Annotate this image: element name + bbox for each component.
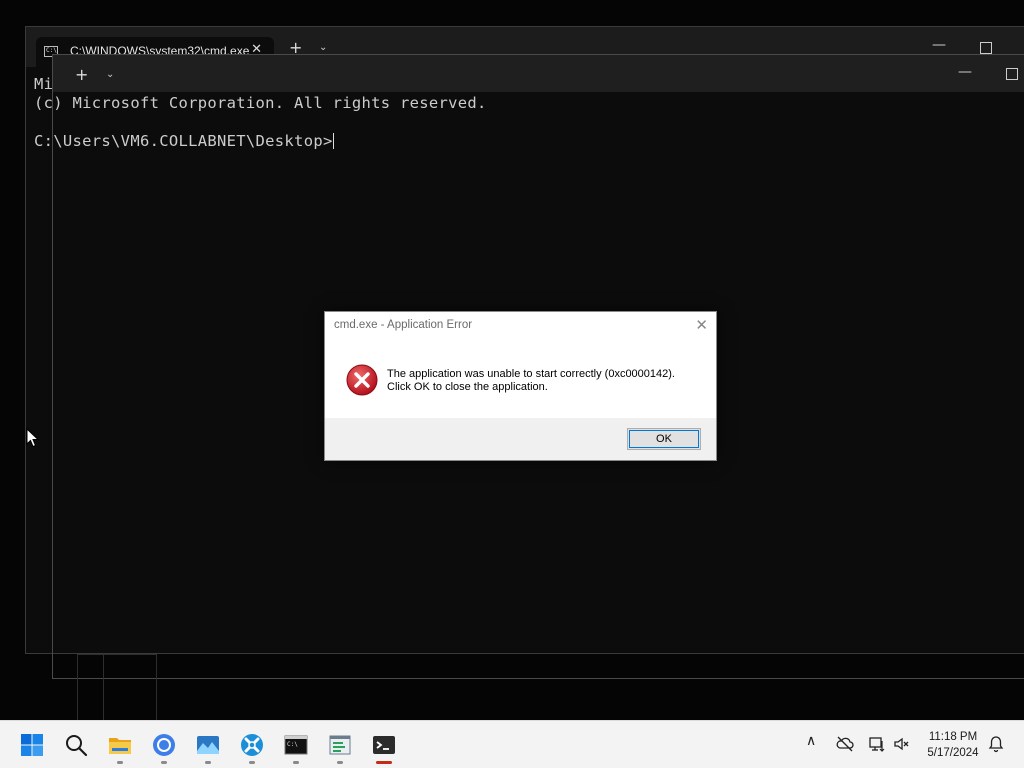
close-icon[interactable]: ✕ bbox=[695, 316, 708, 334]
taskbar-cmd[interactable]: C:\ bbox=[278, 727, 314, 764]
application-error-dialog[interactable]: cmd.exe - Application Error ✕ The applic… bbox=[324, 311, 717, 461]
onedrive-offline-icon[interactable] bbox=[836, 735, 854, 753]
terminal-app-icon bbox=[373, 736, 395, 754]
dialog-message-line-1: The application was unable to start corr… bbox=[387, 368, 675, 380]
taskbar-notepad[interactable] bbox=[322, 727, 358, 764]
dialog-message: The application was unable to start corr… bbox=[387, 368, 675, 394]
notification-bell-icon[interactable] bbox=[988, 735, 1004, 753]
taskbar-photos[interactable] bbox=[190, 727, 226, 764]
tray-overflow-chevron-icon[interactable]: ∧ bbox=[806, 733, 816, 749]
photos-icon bbox=[197, 736, 219, 754]
tab-dropdown-button[interactable]: ⌄ bbox=[106, 69, 114, 80]
clock-time: 11:18 PM bbox=[928, 731, 978, 743]
start-button[interactable] bbox=[14, 727, 50, 763]
dialog-title: cmd.exe - Application Error bbox=[334, 319, 473, 331]
terminal-line-1: Mi bbox=[34, 75, 54, 93]
minimize-button[interactable]: — bbox=[932, 37, 946, 53]
dialog-footer: OK bbox=[325, 418, 716, 460]
running-indicator bbox=[117, 761, 123, 764]
clock-date: 5/17/2024 bbox=[927, 747, 979, 759]
chrome-icon bbox=[153, 734, 175, 756]
ok-button[interactable]: OK bbox=[627, 428, 701, 450]
running-indicator bbox=[161, 761, 167, 764]
running-indicator bbox=[205, 761, 211, 764]
maximize-button[interactable] bbox=[1006, 68, 1018, 80]
mouse-pointer-icon bbox=[26, 428, 40, 448]
terminal-line-2: (c) Microsoft Corporation. All rights re… bbox=[34, 94, 487, 112]
tab-dropdown-button[interactable]: ⌄ bbox=[319, 42, 327, 53]
running-indicator bbox=[249, 761, 255, 764]
start-icon bbox=[21, 734, 43, 756]
search-icon bbox=[66, 735, 88, 757]
search-button[interactable] bbox=[58, 727, 94, 763]
running-indicator bbox=[337, 761, 343, 764]
taskbar-chrome[interactable] bbox=[146, 727, 182, 764]
error-icon bbox=[346, 364, 378, 396]
notepad-app-icon bbox=[329, 735, 351, 755]
title-bar-foreground[interactable]: + ⌄ — bbox=[53, 55, 1024, 92]
volume-muted-icon[interactable] bbox=[893, 735, 911, 753]
taskbar-file-explorer[interactable] bbox=[102, 727, 138, 764]
clock[interactable]: 11:18 PM 5/17/2024 bbox=[918, 729, 988, 761]
running-indicator bbox=[293, 761, 299, 764]
taskbar-terminal[interactable] bbox=[366, 727, 402, 764]
terminal-prompt-line[interactable]: C:\Users\VM6.COLLABNET\Desktop> bbox=[34, 132, 334, 150]
svg-text:C:\: C:\ bbox=[287, 741, 298, 748]
dialog-message-line-2: Click OK to close the application. bbox=[387, 381, 548, 393]
new-tab-button[interactable]: + bbox=[75, 65, 88, 84]
ghost-window-frame bbox=[103, 654, 157, 722]
taskbar-settings-app[interactable] bbox=[234, 727, 270, 764]
maximize-button[interactable] bbox=[980, 42, 992, 54]
terminal-prompt: C:\Users\VM6.COLLABNET\Desktop> bbox=[34, 132, 333, 150]
network-icon[interactable] bbox=[868, 735, 886, 753]
minimize-button[interactable]: — bbox=[958, 64, 972, 80]
settings-app-icon bbox=[241, 734, 263, 756]
taskbar: C:\ ∧ 11:18 PM 5/17/2024 bbox=[0, 720, 1024, 768]
cmd-app-icon: C:\ bbox=[284, 735, 308, 755]
file-explorer-icon bbox=[109, 738, 131, 754]
text-cursor bbox=[332, 133, 334, 149]
active-indicator bbox=[376, 761, 392, 764]
